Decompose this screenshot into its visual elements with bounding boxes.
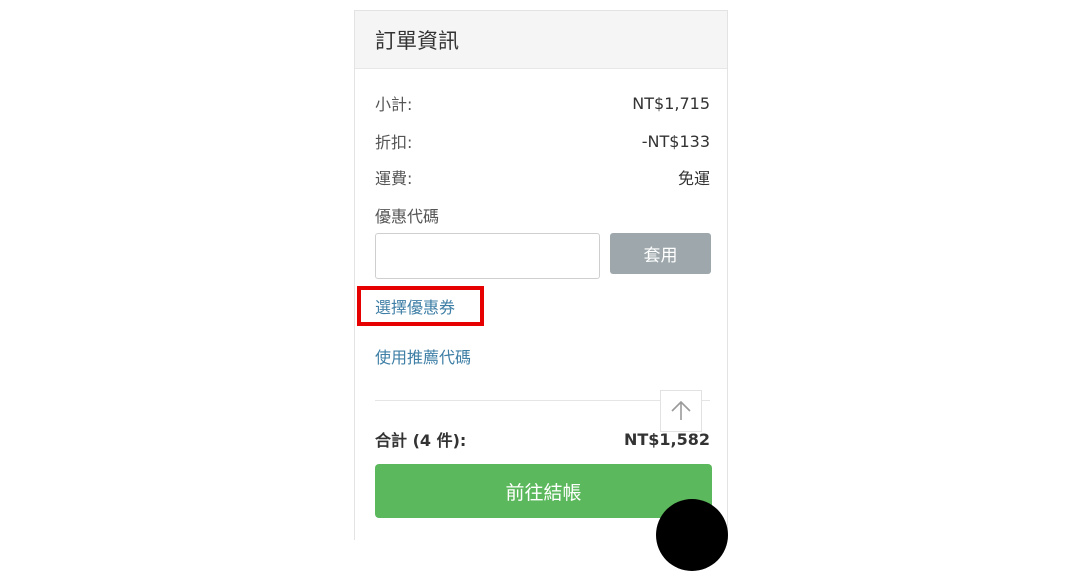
shipping-row: 運費: 免運 (375, 165, 710, 189)
order-summary-card: 訂單資訊 小計: NT$1,715 折扣: -NT$133 運費: 免運 優惠代… (354, 10, 728, 540)
order-summary-title: 訂單資訊 (355, 11, 727, 69)
coupon-code-label: 優惠代碼 (375, 207, 440, 226)
discount-row: 折扣: -NT$133 (375, 129, 710, 153)
subtotal-row: 小計: NT$1,715 (375, 91, 710, 115)
discount-label: 折扣: (375, 133, 413, 152)
discount-value: -NT$133 (641, 131, 710, 151)
chat-widget-button[interactable] (656, 499, 728, 571)
arrow-up-icon (671, 400, 691, 420)
shipping-value: 免運 (677, 169, 710, 188)
use-referral-code-link[interactable]: 使用推薦代碼 (375, 344, 471, 368)
coupon-code-input[interactable] (375, 233, 600, 279)
apply-coupon-button[interactable]: 套用 (610, 233, 711, 274)
subtotal-value: NT$1,715 (632, 93, 710, 113)
shipping-label: 運費: (375, 169, 413, 188)
total-value: NT$1,582 (623, 429, 710, 449)
total-label: 合計 (4 件): (375, 431, 467, 450)
checkout-button[interactable]: 前往結帳 (375, 464, 712, 518)
scroll-to-top-button[interactable] (660, 390, 702, 432)
highlight-box (357, 286, 484, 326)
subtotal-label: 小計: (375, 95, 413, 114)
